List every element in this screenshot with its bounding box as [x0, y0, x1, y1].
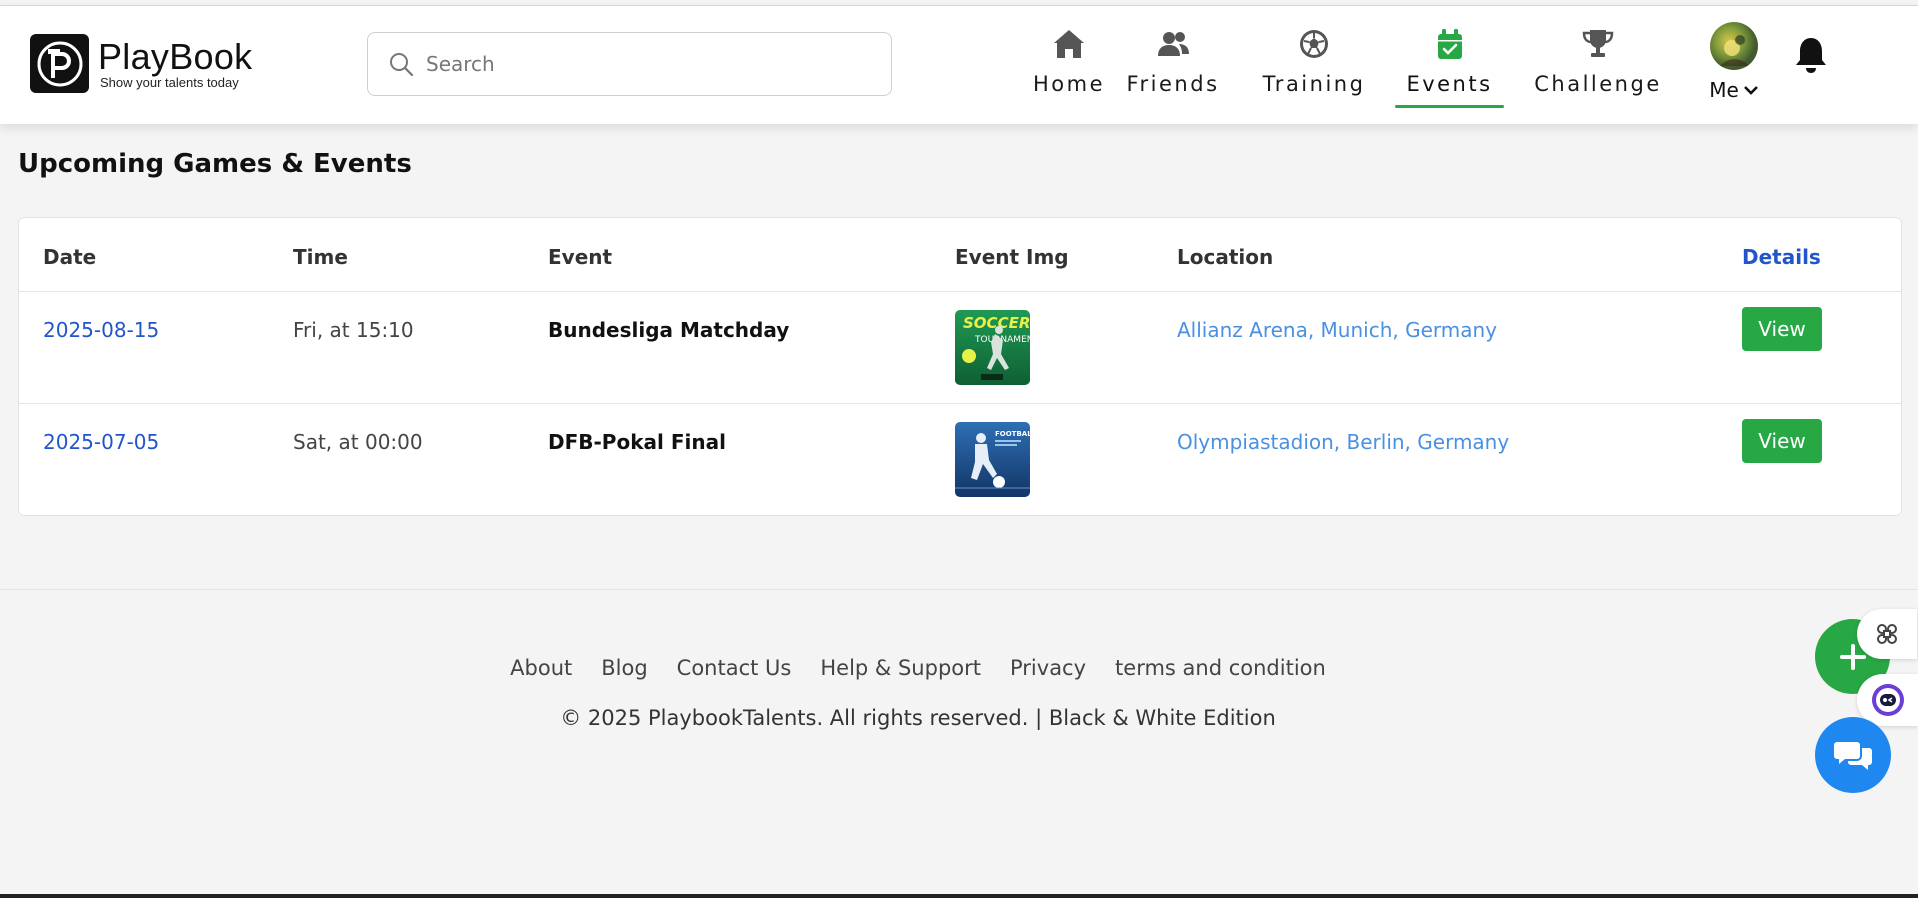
footer-divider: [0, 589, 1918, 590]
event-name: DFB-Pokal Final: [548, 430, 726, 454]
event-date[interactable]: 2025-07-05: [43, 430, 159, 454]
footer-link-blog[interactable]: Blog: [601, 656, 647, 680]
footer-links: About Blog Contact Us Help & Support Pri…: [0, 656, 1877, 680]
copyright: © 2025 PlaybookTalents. All rights reser…: [560, 706, 1276, 730]
avatar: [1710, 22, 1758, 70]
nav-training[interactable]: Training: [1258, 22, 1370, 112]
top-navbar: PlayBook Show your talents today Home: [0, 5, 1918, 124]
footer-link-privacy[interactable]: Privacy: [1010, 656, 1086, 680]
events-table: Date Time Event Event Img Location Detai…: [18, 217, 1902, 516]
event-location[interactable]: Olympiastadion, Berlin, Germany: [1177, 430, 1509, 454]
footer-link-terms[interactable]: terms and condition: [1115, 656, 1326, 680]
event-time: Fri, at 15:10: [293, 318, 414, 342]
nav-events-label: Events: [1406, 72, 1493, 96]
chat-button[interactable]: [1815, 717, 1891, 793]
search-input[interactable]: [426, 52, 866, 76]
notification-bell-icon[interactable]: [1793, 35, 1829, 75]
footer-link-contact[interactable]: Contact Us: [677, 656, 792, 680]
me-label: Me: [1709, 78, 1739, 102]
column-header-time: Time: [293, 245, 348, 269]
header-divider: [19, 291, 1901, 292]
column-header-location: Location: [1177, 245, 1274, 269]
logo[interactable]: PlayBook Show your talents today: [30, 34, 253, 93]
chat-icon: [1834, 742, 1872, 770]
nav-training-label: Training: [1262, 72, 1366, 96]
nav-events[interactable]: Events: [1395, 22, 1504, 112]
logo-tagline: Show your talents today: [100, 74, 239, 90]
assistant-button[interactable]: [1857, 674, 1918, 726]
event-time: Sat, at 00:00: [293, 430, 423, 454]
view-event-button[interactable]: View: [1742, 419, 1822, 463]
me-dropdown: Me: [1709, 78, 1759, 102]
nav-challenge-label: Challenge: [1534, 72, 1662, 96]
nav-home[interactable]: Home: [1014, 22, 1124, 112]
friends-icon: [1158, 32, 1189, 56]
nav-friends-label: Friends: [1126, 72, 1220, 96]
active-tab-indicator: [1395, 105, 1504, 108]
event-name: Bundesliga Matchday: [548, 318, 790, 342]
search-icon: [390, 53, 414, 77]
search-box: [367, 32, 892, 96]
home-icon: [1054, 30, 1084, 58]
row-divider: [19, 403, 1901, 404]
nav-challenge[interactable]: Challenge: [1530, 22, 1666, 112]
taskbar-edge: [0, 894, 1918, 898]
trophy-icon: [1582, 30, 1614, 57]
nav-home-label: Home: [1032, 72, 1105, 96]
event-image-football-player[interactable]: FOOTBALL: [955, 422, 1030, 497]
soccer-ball-icon: [1300, 30, 1328, 58]
nav-friends[interactable]: Friends: [1123, 22, 1223, 112]
view-event-button[interactable]: View: [1742, 307, 1822, 351]
shortcuts-button[interactable]: [1857, 609, 1917, 659]
me-menu[interactable]: Me: [1706, 22, 1762, 112]
svg-text:FOOTBALL: FOOTBALL: [995, 430, 1030, 438]
footer-link-help[interactable]: Help & Support: [820, 656, 981, 680]
playbook-logo-icon: [30, 34, 89, 93]
calendar-check-icon: [1437, 29, 1462, 59]
event-image-soccer-tournament[interactable]: SOCCER TOURNAMENT: [955, 310, 1030, 385]
bot-icon: [1871, 684, 1904, 716]
page: PlayBook Show your talents today Home: [0, 0, 1918, 898]
column-header-date: Date: [43, 245, 97, 269]
footer-link-about[interactable]: About: [510, 656, 572, 680]
column-header-event: Event: [548, 245, 613, 269]
logo-name: PlayBook: [98, 35, 253, 77]
event-location[interactable]: Allianz Arena, Munich, Germany: [1177, 318, 1497, 342]
column-header-details: Details: [1742, 245, 1821, 269]
page-title: Upcoming Games & Events: [18, 149, 412, 179]
chevron-down-icon: [1743, 86, 1758, 95]
column-header-event-img: Event Img: [955, 245, 1069, 269]
command-icon: [1877, 624, 1897, 644]
event-date[interactable]: 2025-08-15: [43, 318, 159, 342]
